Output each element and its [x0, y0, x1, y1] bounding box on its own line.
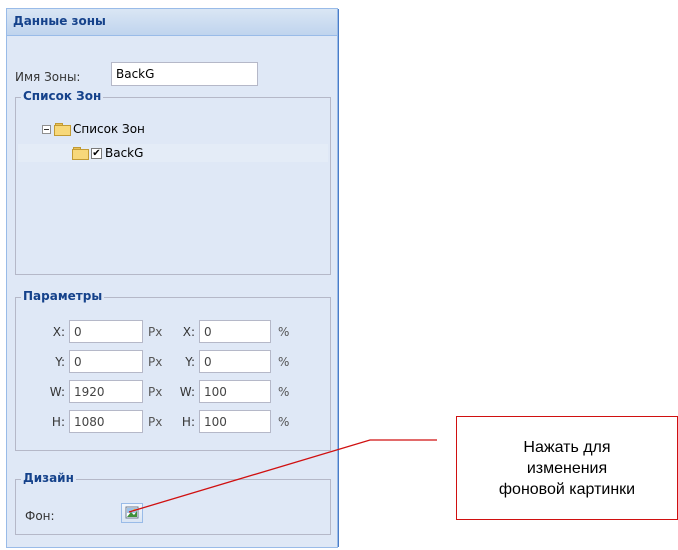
annotation-callout: Нажать для изменения фоновой картинки — [456, 416, 678, 520]
folder-icon — [72, 147, 89, 160]
param-w-px-input[interactable] — [69, 380, 143, 403]
param-y-pct-label: Y: — [185, 355, 195, 369]
param-x-label: X: — [52, 325, 65, 339]
panel-title: Данные зоны — [7, 9, 337, 36]
param-x-px-input[interactable] — [69, 320, 143, 343]
tree-root-label: Список Зон — [73, 122, 145, 136]
zone-visible-checkbox[interactable]: ✔ — [91, 147, 102, 159]
tree-root-row[interactable]: Список Зон — [42, 120, 145, 138]
change-background-button[interactable] — [121, 503, 143, 523]
annotation-line-1: Нажать для — [523, 438, 611, 456]
param-w-pct-unit: % — [278, 385, 290, 399]
annotation-line-2: изменения — [526, 459, 608, 477]
param-h-pct-unit: % — [278, 415, 290, 429]
param-y-label: Y: — [55, 355, 65, 369]
param-y-pct-unit: % — [278, 355, 290, 369]
param-h-pct-label: H: — [181, 415, 195, 429]
zone-name-input[interactable] — [111, 62, 258, 86]
annotation-line-3: фоновой картинки — [498, 480, 636, 498]
image-icon — [125, 506, 139, 519]
tree-item-backg[interactable]: ✔ BackG — [18, 144, 328, 162]
param-y-px-unit: Px — [148, 355, 163, 369]
zone-list-legend: Список Зон — [21, 89, 104, 103]
param-x-pct-input[interactable] — [199, 320, 271, 343]
param-h-px-unit: Px — [148, 415, 163, 429]
param-h-label: H: — [51, 415, 65, 429]
design-legend: Дизайн — [21, 471, 76, 485]
param-w-px-unit: Px — [148, 385, 163, 399]
background-label: Фон: — [25, 509, 55, 523]
zone-tree: Список Зон ✔ BackG — [18, 108, 328, 272]
param-x-pct-label: X: — [182, 325, 195, 339]
folder-icon — [54, 123, 71, 136]
param-x-pct-unit: % — [278, 325, 290, 339]
param-h-px-input[interactable] — [69, 410, 143, 433]
param-y-px-input[interactable] — [69, 350, 143, 373]
param-y-pct-input[interactable] — [199, 350, 271, 373]
param-w-label: W: — [49, 385, 65, 399]
zone-data-panel: Данные зоны Имя Зоны: Список Зон Список … — [6, 8, 339, 548]
collapse-icon[interactable] — [42, 124, 51, 134]
param-w-pct-input[interactable] — [199, 380, 271, 403]
zone-name-label: Имя Зоны: — [15, 70, 81, 84]
design-fieldset: Дизайн — [15, 471, 331, 535]
zone-list-fieldset: Список Зон Список Зон ✔ BackG — [15, 89, 331, 275]
param-x-px-unit: Px — [148, 325, 163, 339]
tree-item-label: BackG — [105, 146, 144, 160]
param-h-pct-input[interactable] — [199, 410, 271, 433]
param-w-pct-label: W: — [179, 385, 195, 399]
params-legend: Параметры — [21, 289, 105, 303]
